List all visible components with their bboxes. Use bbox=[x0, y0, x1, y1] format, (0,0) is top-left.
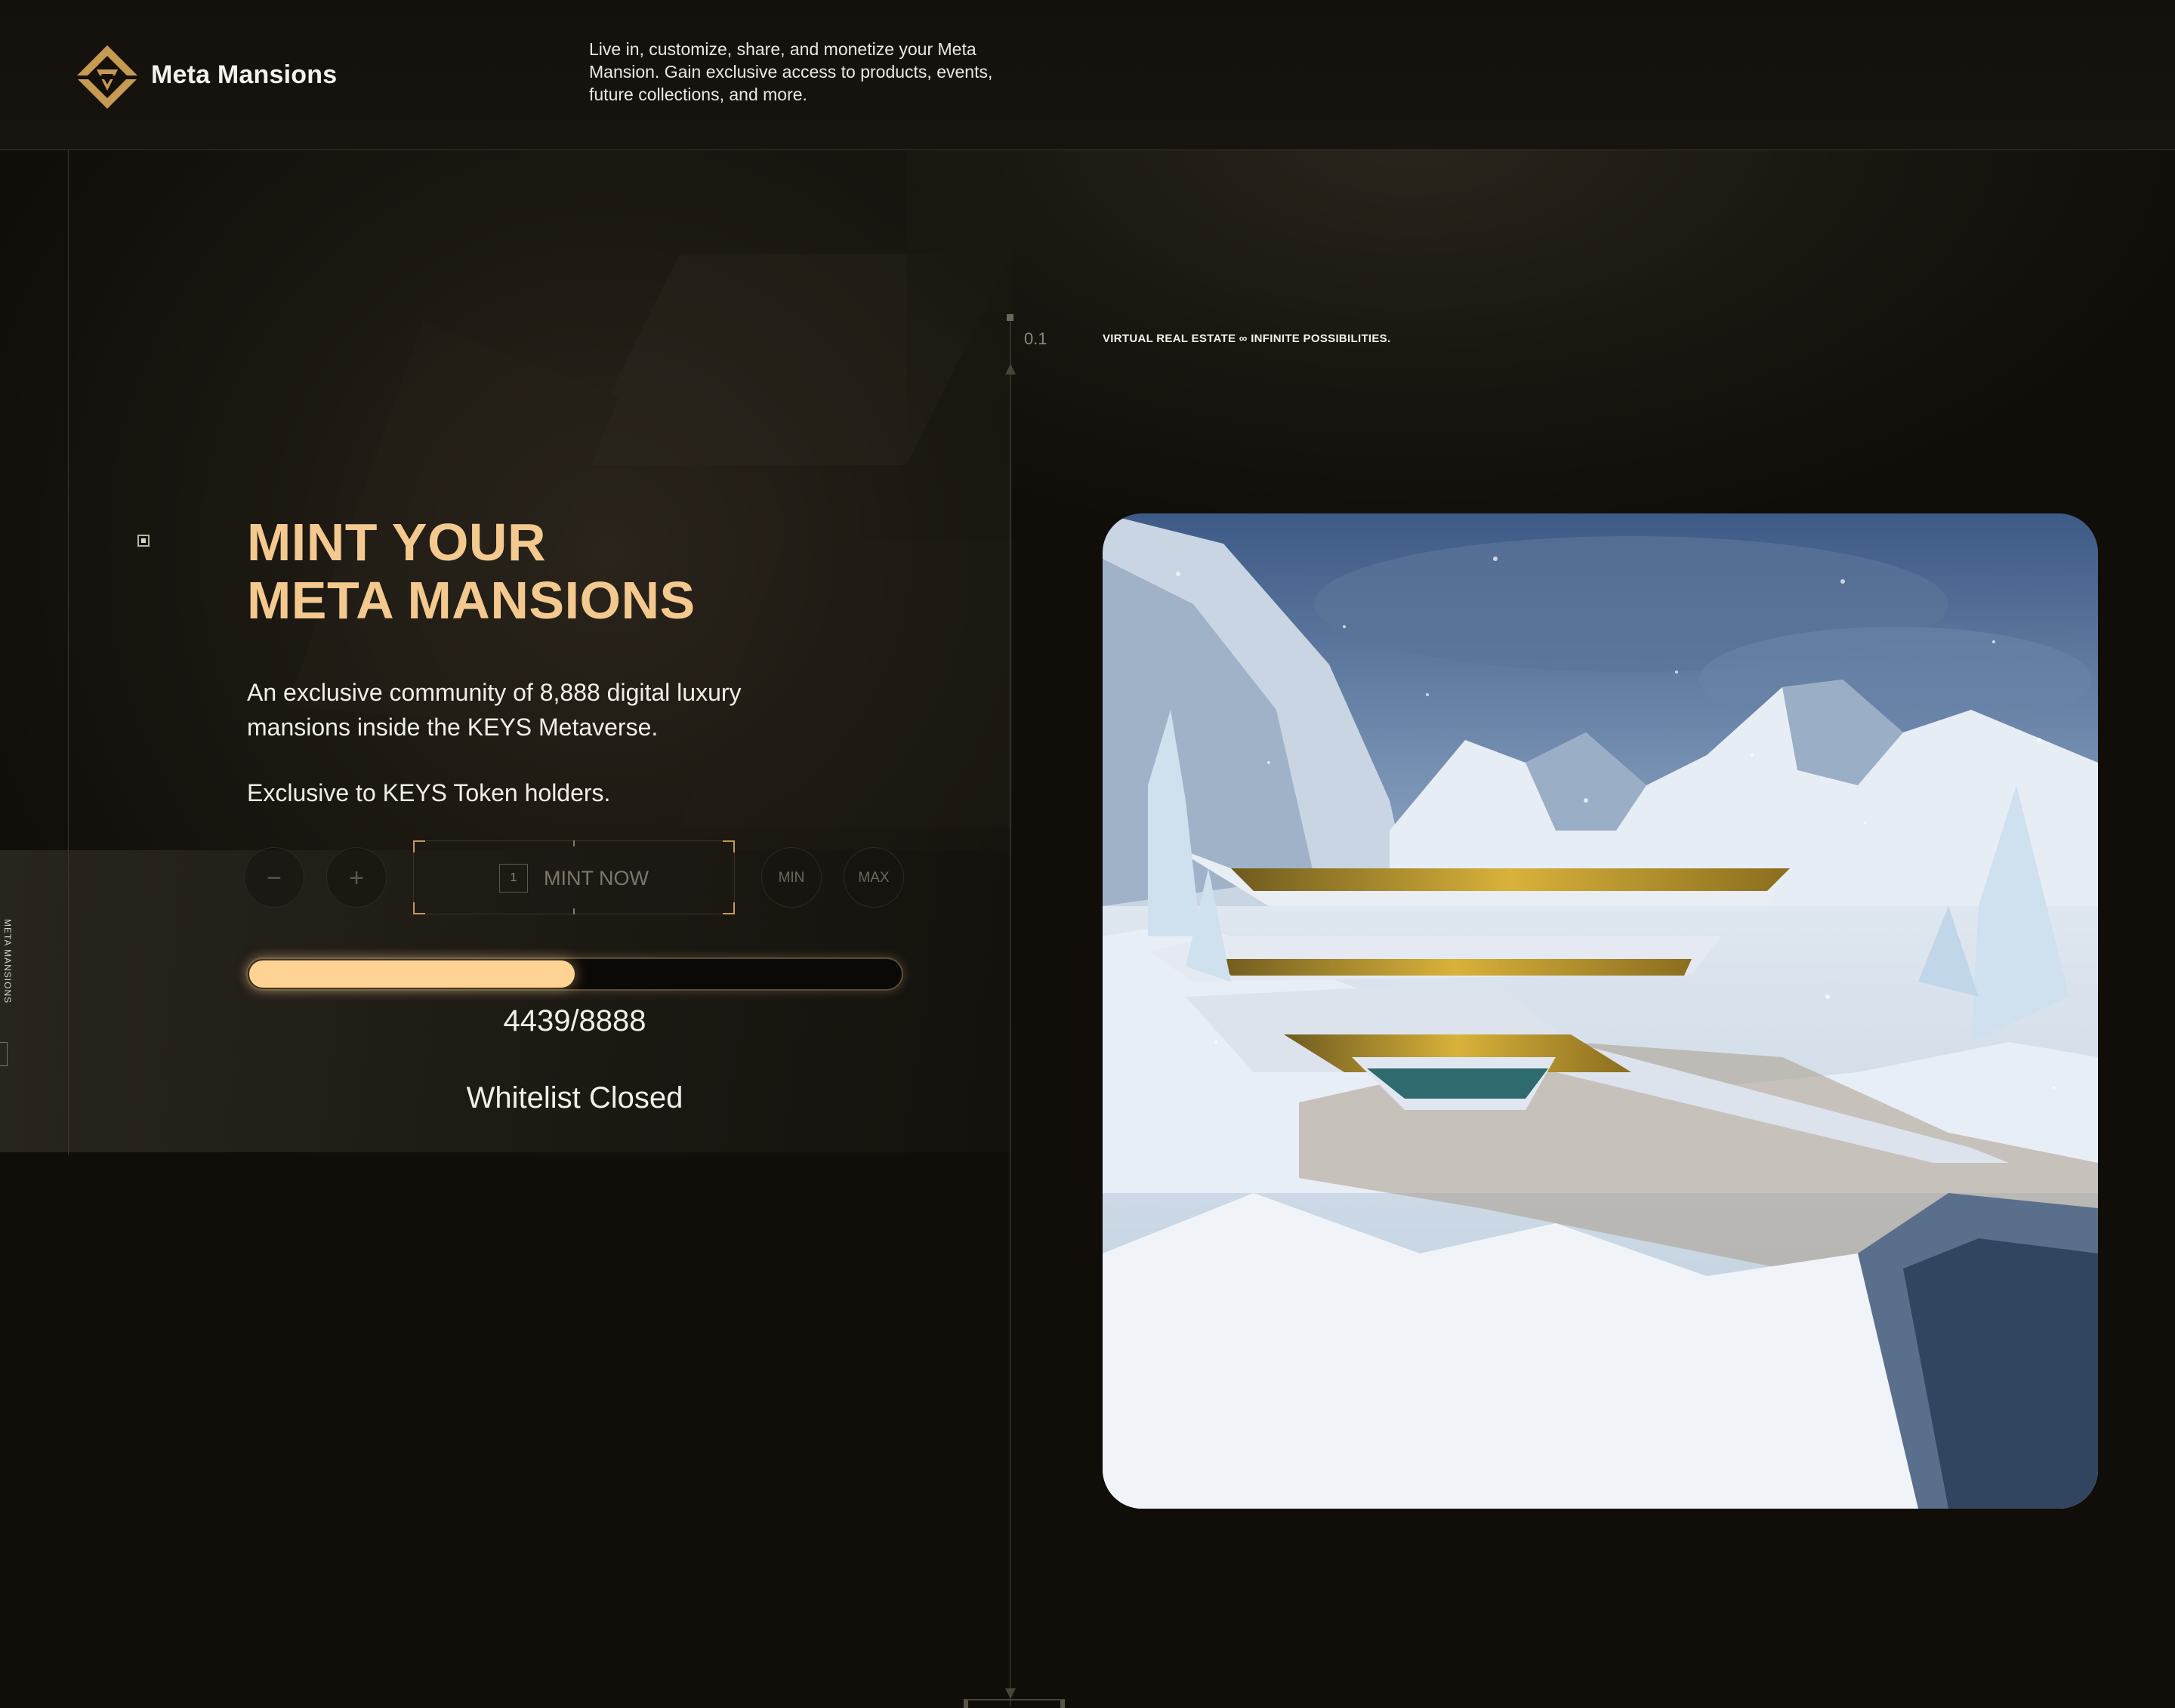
corner-accent bbox=[723, 902, 735, 914]
left-rail-divider bbox=[68, 150, 69, 1155]
mint-quantity-value: 1 bbox=[499, 864, 528, 893]
header-tagline: Live in, customize, share, and monetize … bbox=[589, 39, 993, 104]
mint-count: 4439/8888 bbox=[503, 1004, 646, 1037]
mint-progress-bar bbox=[246, 957, 903, 991]
section-tagline: VIRTUAL REAL ESTATE ∞ INFINITE POSSIBILI… bbox=[1103, 332, 1391, 345]
site-header: Meta Mansions Live in, customize, share,… bbox=[0, 0, 2175, 150]
mint-now-label: MINT NOW bbox=[544, 867, 649, 889]
mint-now-button[interactable]: 1 MINT NOW bbox=[413, 840, 735, 914]
center-line-dot bbox=[1007, 314, 1013, 321]
brand-name[interactable]: Meta Mansions bbox=[151, 60, 337, 90]
decrease-quantity-button[interactable]: − bbox=[244, 847, 304, 908]
meta-mansions-logo-icon[interactable] bbox=[74, 44, 140, 110]
side-vertical-label: META MANSIONS bbox=[2, 919, 13, 1004]
snowy-mansion-illustration bbox=[1103, 513, 2098, 1509]
hero-exclusive-note: Exclusive to KEYS Token holders. bbox=[247, 779, 611, 806]
mansion-render-image bbox=[1103, 513, 2098, 1509]
center-down-arrow-icon bbox=[1005, 1688, 1016, 1699]
bottom-bracket bbox=[964, 1699, 1065, 1708]
increase-quantity-button[interactable]: + bbox=[326, 847, 387, 908]
notch-accent bbox=[573, 908, 575, 914]
mint-progress-fill bbox=[249, 960, 575, 988]
section-number: 0.1 bbox=[1024, 329, 1047, 348]
min-quantity-button[interactable]: MIN bbox=[761, 847, 822, 908]
section-marker-icon bbox=[137, 535, 150, 547]
hero-title: MINT YOUR META MANSIONS bbox=[247, 513, 696, 630]
corner-accent bbox=[723, 840, 735, 852]
notch-accent bbox=[573, 840, 575, 846]
corner-accent bbox=[413, 902, 425, 914]
side-scroll-indicator bbox=[0, 1042, 8, 1066]
max-quantity-button[interactable]: MAX bbox=[844, 847, 904, 908]
whitelist-status: Whitelist Closed bbox=[466, 1081, 683, 1115]
center-up-arrow-icon bbox=[1005, 364, 1016, 375]
hero-description: An exclusive community of 8,888 digital … bbox=[247, 679, 742, 741]
corner-accent bbox=[413, 840, 425, 852]
hero-title-line2: META MANSIONS bbox=[247, 571, 696, 630]
hero-title-line1: MINT YOUR bbox=[247, 513, 546, 572]
